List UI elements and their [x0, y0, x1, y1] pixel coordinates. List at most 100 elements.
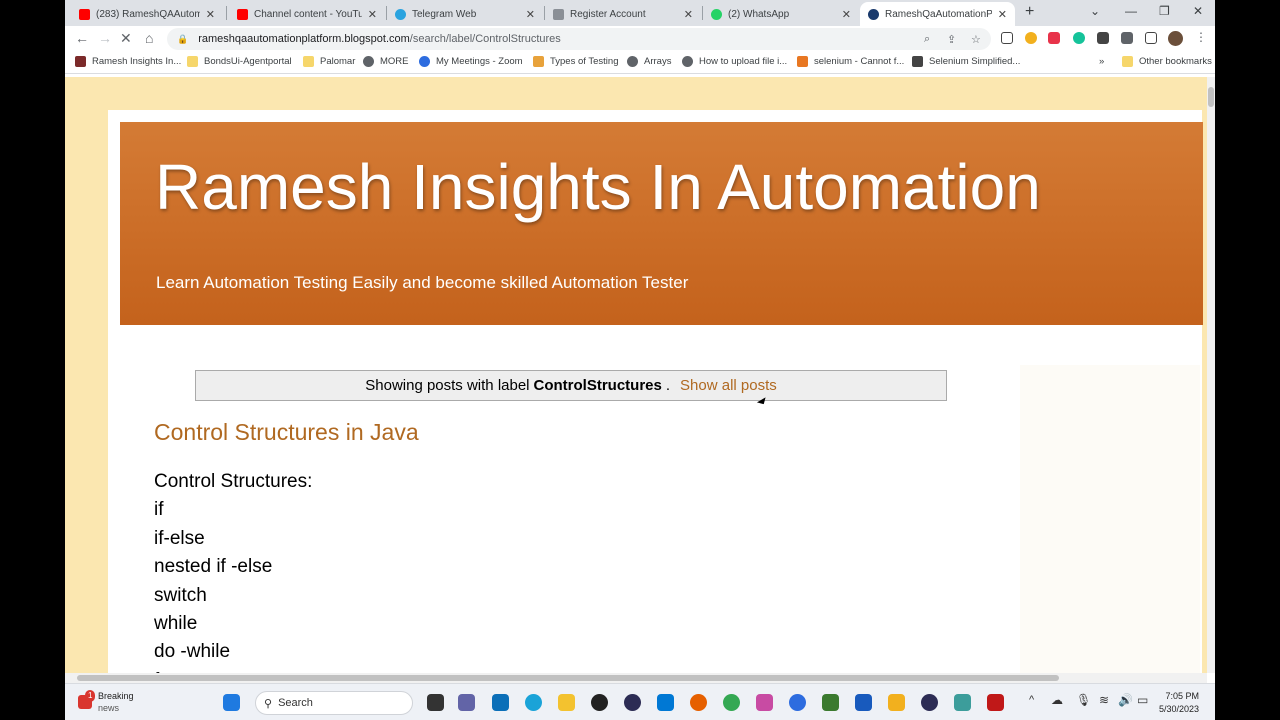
post-line: do -while [154, 641, 231, 663]
stop-button[interactable]: ✕ [120, 30, 132, 47]
extension-icon[interactable] [1025, 32, 1037, 44]
avatar[interactable] [1168, 31, 1183, 46]
close-icon[interactable]: ✕ [368, 8, 377, 21]
browser-window: (283) RameshQAAutomatio ✕ Channel conten… [65, 0, 1215, 720]
tab-0[interactable]: (283) RameshQAAutomatio ✕ [71, 2, 223, 26]
bookmark-label: Ramesh Insights In... [92, 56, 182, 67]
tab-4[interactable]: (2) WhatsApp ✕ [703, 2, 859, 26]
tab-3[interactable]: Register Account ✕ [545, 2, 701, 26]
chevron-right-icon: » [1099, 56, 1105, 67]
sidebar [1020, 365, 1200, 673]
tab-label: Telegram Web [412, 8, 477, 20]
tab-label: (283) RameshQAAutomatio [96, 8, 200, 20]
firefox-icon[interactable] [690, 694, 707, 711]
minimize-button[interactable]: — [1125, 4, 1137, 18]
zoom-app-icon[interactable] [789, 694, 806, 711]
new-tab-button[interactable]: + [1025, 3, 1034, 21]
lock-icon: 🔒 [177, 33, 189, 44]
tab-label: RameshQaAutomationPlatf [885, 8, 992, 20]
word-icon[interactable] [855, 694, 872, 711]
teams-icon[interactable] [458, 694, 475, 711]
tab-2[interactable]: Telegram Web ✕ [387, 2, 543, 26]
cloud-icon[interactable]: ☁ [1051, 693, 1063, 707]
extension-icon[interactable] [1001, 32, 1013, 44]
bookmark-item[interactable]: selenium - Cannot f... [797, 56, 904, 67]
extension-icon[interactable] [1048, 32, 1060, 44]
bookmark-item[interactable]: MORE [363, 56, 409, 67]
forward-button[interactable]: → [98, 30, 112, 46]
menu-icon[interactable]: ⋮ [1195, 30, 1207, 44]
bookmark-item[interactable]: How to upload file i... [682, 56, 787, 67]
app-icon[interactable] [954, 694, 971, 711]
task-view-icon[interactable] [427, 694, 444, 711]
wifi-icon[interactable]: ≋ [1099, 693, 1109, 707]
news-widget[interactable]: 1 Breaking news [78, 690, 134, 714]
tab-1[interactable]: Channel content - YouTube ✕ [229, 2, 385, 26]
system-clock[interactable]: 7:05 PM 5/30/2023 [1159, 690, 1199, 716]
blog-header: Ramesh Insights In Automation Learn Auto… [120, 122, 1203, 325]
vertical-scrollbar[interactable] [1207, 77, 1215, 673]
tab-5-active[interactable]: RameshQaAutomationPlatf ✕ [860, 2, 1015, 26]
window-close-button[interactable]: ✕ [1193, 4, 1203, 18]
grammarly-icon[interactable] [1073, 32, 1085, 44]
app-icon[interactable] [657, 694, 674, 711]
bookmark-label: Other bookmarks [1139, 56, 1212, 67]
bookmark-item[interactable]: Palomar [303, 56, 355, 67]
mcafee-icon[interactable] [987, 694, 1004, 711]
bookmark-label: MORE [380, 56, 409, 67]
chevron-up-icon[interactable]: ^ [1029, 694, 1034, 706]
puzzle-icon[interactable] [1121, 32, 1133, 44]
close-icon[interactable]: ✕ [206, 8, 215, 21]
back-button[interactable]: ← [75, 30, 89, 46]
close-icon[interactable]: ✕ [684, 8, 693, 21]
battery-icon[interactable]: ▭ [1137, 693, 1148, 707]
address-bar[interactable]: 🔒 rameshqaautomationplatform.blogspot.co… [167, 28, 991, 50]
chrome-icon[interactable] [723, 694, 740, 711]
other-bookmarks[interactable]: Other bookmarks [1122, 56, 1212, 67]
status-label: ControlStructures [533, 377, 662, 394]
news-icon: 1 [78, 690, 96, 709]
snipping-icon[interactable] [756, 694, 773, 711]
bookmark-item[interactable]: Ramesh Insights In... [75, 56, 181, 67]
app-icon[interactable] [888, 694, 905, 711]
windows-start-icon[interactable] [223, 694, 240, 711]
edge-icon[interactable] [525, 694, 542, 711]
bookmark-item[interactable]: My Meetings - Zoom [419, 56, 523, 67]
bookmark-item[interactable]: BondsUi-Agentportal [187, 56, 292, 67]
eclipse-icon[interactable] [921, 694, 938, 711]
close-icon[interactable]: ✕ [526, 8, 535, 21]
blog-title[interactable]: Ramesh Insights In Automation [155, 150, 1041, 224]
dell-icon[interactable] [591, 694, 608, 711]
extension-icon[interactable] [1097, 32, 1109, 44]
taskbar-search[interactable]: ⚲ Search [255, 691, 413, 715]
bookmark-item[interactable]: Types of Testing [533, 56, 618, 67]
sidepanel-icon[interactable] [1145, 32, 1157, 44]
home-icon[interactable]: ⌂ [145, 30, 153, 46]
share-icon[interactable]: ⇪ [947, 33, 956, 46]
speaker-icon[interactable]: 🔊 [1118, 693, 1133, 707]
post-body: Control Structures: if if-else nested if… [154, 468, 312, 673]
post-title[interactable]: Control Structures in Java [154, 419, 419, 446]
bookmark-label: Arrays [644, 56, 672, 67]
zoom-icon[interactable]: ⌕ [924, 33, 930, 46]
close-icon[interactable]: ✕ [998, 8, 1007, 21]
telegram-icon [395, 8, 406, 20]
tab-label: Register Account [570, 8, 646, 20]
file-explorer-icon[interactable] [558, 694, 575, 711]
search-icon: ⚲ [264, 697, 273, 710]
bookmark-item[interactable]: Arrays [627, 56, 671, 67]
microphone-icon[interactable]: 🎙 [1076, 693, 1091, 707]
bookmark-star-icon[interactable]: ☆ [971, 33, 981, 46]
close-icon[interactable]: ✕ [842, 8, 851, 21]
store-icon[interactable] [492, 694, 509, 711]
tab-label: Channel content - YouTube [254, 8, 362, 20]
restore-button[interactable]: ❐ [1159, 4, 1170, 18]
show-all-posts-link[interactable]: Show all posts [680, 377, 777, 394]
eclipse-icon[interactable] [624, 694, 641, 711]
app-icon[interactable] [822, 694, 839, 711]
bookmarks-overflow[interactable]: » [1099, 56, 1104, 67]
bookmark-item[interactable]: Selenium Simplified... [912, 56, 1020, 67]
blog-description: Learn Automation Testing Easily and beco… [156, 273, 689, 292]
chevron-down-icon[interactable]: ⌄ [1090, 4, 1100, 18]
horizontal-scrollbar[interactable] [65, 673, 1207, 683]
